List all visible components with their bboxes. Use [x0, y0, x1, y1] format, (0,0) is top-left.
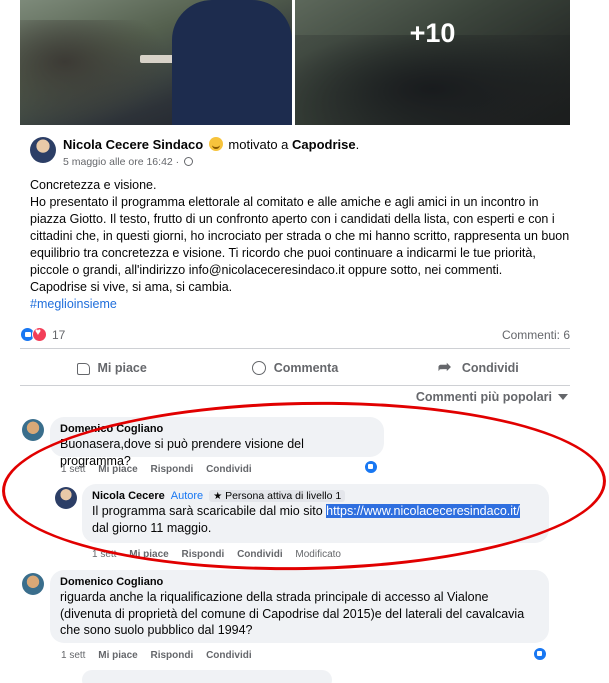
comment-reply-button[interactable]: Rispondi	[151, 464, 194, 475]
commenter-avatar[interactable]	[22, 419, 44, 441]
post-header: Nicola Cecere Sindaco motivato a Capodri…	[30, 137, 570, 171]
post-author-name[interactable]: Nicola Cecere Sindaco	[63, 137, 203, 152]
comment-like-reaction-icon[interactable]	[364, 460, 378, 474]
thumbs-up-icon	[76, 363, 90, 375]
post-author-line: Nicola Cecere Sindaco motivato a Capodri…	[63, 137, 359, 152]
post-actions: Mi piace Commenta Condividi	[20, 352, 570, 384]
post-place-suffix: .	[355, 137, 360, 152]
level-badge-label: Persona attiva di livello 1	[225, 490, 342, 502]
divider	[20, 348, 570, 349]
feeling-emoji-icon	[208, 137, 223, 151]
reactions-row: 17 Commenti: 6	[20, 326, 570, 344]
comment-time[interactable]: 1 sett	[61, 650, 85, 661]
author-badge: Autore	[170, 490, 204, 502]
post-photos: +10	[20, 0, 570, 125]
share-button[interactable]: Condividi	[387, 352, 570, 384]
comment-share-button[interactable]: Condividi	[237, 549, 283, 560]
sort-label: Commenti più popolari	[415, 390, 552, 404]
commenter-avatar[interactable]	[55, 487, 77, 509]
next-comment-bubble	[82, 670, 332, 683]
comment-sort-dropdown[interactable]: Commenti più popolari	[416, 390, 568, 404]
love-reaction-icon[interactable]	[32, 327, 47, 342]
level-badge: ★ Persona attiva di livello 1	[209, 490, 346, 502]
share-arrow-icon	[438, 357, 454, 377]
post-place[interactable]: Capodrise	[292, 137, 356, 152]
comment-text: riguarda anche la riqualificazione della…	[60, 590, 525, 637]
comment-reply-button[interactable]: Rispondi	[182, 549, 225, 560]
post-hashtag[interactable]: #meglioinsieme	[30, 296, 570, 313]
comment-author[interactable]: Domenico Cogliano	[60, 423, 374, 435]
comment-text-before: Il programma sarà scaricabile dal mio si…	[92, 504, 327, 518]
meta-separator: ·	[172, 156, 183, 168]
more-photos-count[interactable]: +10	[295, 18, 570, 49]
website-link[interactable]: https://www.nicolaceceresindaco.it/	[326, 504, 520, 518]
comment-text-after: dal giorno 11 maggio.	[92, 520, 212, 535]
caret-down-icon	[558, 394, 568, 400]
comment-author[interactable]: Domenico Cogliano	[60, 576, 539, 588]
comment-text: Il programma sarà scaricabile dal mio si…	[92, 503, 539, 536]
author-avatar[interactable]	[30, 137, 56, 163]
photo-speaker	[172, 0, 292, 125]
comment-time[interactable]: 1 sett	[61, 464, 85, 475]
post-feeling: motivato a	[228, 137, 289, 152]
comment-author[interactable]: Nicola Cecere	[92, 490, 165, 502]
comment-actions: 1 sett Mi piace Rispondi Condividi	[61, 464, 262, 475]
comment-edited-label: Modificato	[295, 549, 341, 560]
comment-like-button[interactable]: Mi piace	[98, 464, 137, 475]
star-icon: ★	[213, 491, 223, 502]
comment-like-reaction-icon[interactable]	[533, 647, 547, 661]
post-meta: 5 maggio alle ore 16:42 ·	[63, 156, 194, 168]
reaction-count[interactable]: 17	[52, 328, 65, 342]
comment-bubble: Domenico Cogliano Buonasera,dove si può …	[50, 417, 384, 468]
globe-icon	[184, 157, 194, 166]
photo-crowd	[20, 20, 170, 125]
photo-1[interactable]	[20, 0, 292, 125]
comment-reply-button[interactable]: Rispondi	[151, 650, 194, 661]
reply-author-line: Nicola Cecere Autore ★ Persona attiva di l…	[92, 490, 539, 502]
comment-bubble: Domenico Cogliano riguarda anche la riqu…	[50, 570, 549, 643]
comment-bubble-icon	[251, 361, 266, 375]
like-button[interactable]: Mi piace	[20, 352, 203, 384]
comment-time[interactable]: 1 sett	[92, 549, 116, 560]
comment-actions: 1 sett Mi piace Rispondi Condividi	[61, 650, 262, 661]
share-label: Condividi	[461, 361, 519, 375]
post-body: Concretezza e visione. Ho presentato il …	[30, 177, 570, 313]
photo-2[interactable]: +10	[295, 0, 570, 125]
post-paragraph: Capodrise si vive, si ama, si cambia.	[30, 280, 233, 294]
comments-count[interactable]: Commenti: 6	[502, 328, 570, 342]
comment-like-button[interactable]: Mi piace	[98, 650, 137, 661]
comment-actions: 1 sett Mi piace Rispondi Condividi Modif…	[92, 549, 351, 560]
comment-share-button[interactable]: Condividi	[206, 464, 252, 475]
divider	[20, 385, 570, 386]
like-label: Mi piace	[97, 361, 147, 375]
comment-share-button[interactable]: Condividi	[206, 650, 252, 661]
comment-like-button[interactable]: Mi piace	[129, 549, 168, 560]
comment-bubble: Nicola Cecere Autore ★ Persona attiva di l…	[82, 484, 549, 543]
post-paragraph: Ho presentato il programma elettorale al…	[30, 195, 570, 277]
comment-button[interactable]: Commenta	[203, 352, 386, 384]
post-paragraph: Concretezza e visione.	[30, 178, 157, 192]
commenter-avatar[interactable]	[22, 573, 44, 595]
comment-label: Commenta	[273, 361, 339, 375]
post-timestamp[interactable]: 5 maggio alle ore 16:42	[63, 156, 173, 168]
